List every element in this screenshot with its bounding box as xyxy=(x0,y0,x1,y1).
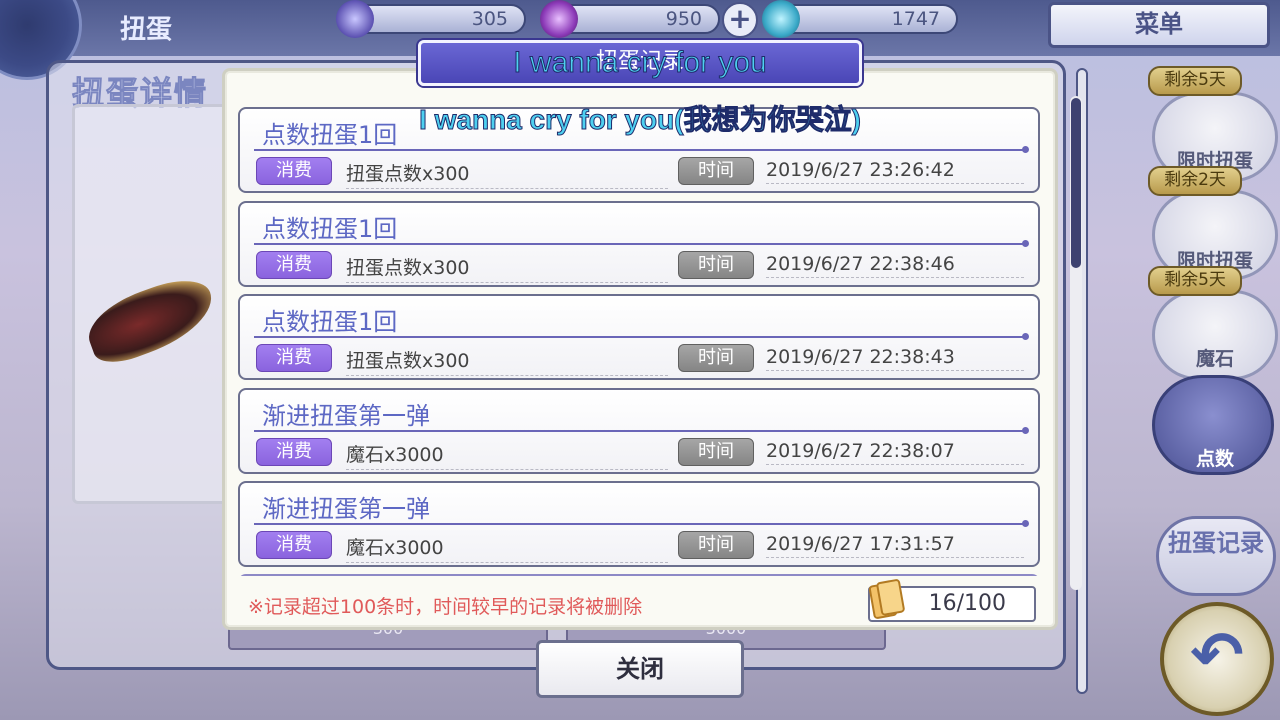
record-list[interactable]: 点数扭蛋1回 消费 扭蛋点数x300 时间 2019/6/27 23:26:42… xyxy=(238,104,1042,576)
record-cost: 扭蛋点数x300 xyxy=(346,346,668,376)
record-time: 2019/6/27 22:38:07 xyxy=(766,440,1024,465)
record-card-partial xyxy=(238,574,1040,576)
record-time: 2019/6/27 22:38:46 xyxy=(766,253,1024,278)
add-magic-stone-button[interactable]: + xyxy=(722,2,758,38)
record-card: 点数扭蛋1回 消费 扭蛋点数x300 时间 2019/6/27 22:38:46 xyxy=(238,201,1040,287)
screen-title: 扭蛋 xyxy=(120,15,173,45)
gacha-point-icon xyxy=(336,0,374,38)
consume-tag: 消费 xyxy=(256,438,332,466)
magic-stone-icon xyxy=(540,0,578,38)
close-button[interactable]: 关闭 xyxy=(536,640,744,698)
gacha-record-button[interactable]: 扭蛋记录 xyxy=(1156,516,1276,596)
record-card: 渐进扭蛋第一弹 消费 魔石x3000 时间 2019/6/27 22:38:07 xyxy=(238,388,1040,474)
record-title: 点数扭蛋1回 xyxy=(262,308,398,336)
divider xyxy=(254,240,1029,247)
consume-tag: 消费 xyxy=(256,344,332,372)
record-cost: 扭蛋点数x300 xyxy=(346,253,668,283)
record-cost: 魔石x3000 xyxy=(346,440,668,470)
record-cost: 扭蛋点数x300 xyxy=(346,159,668,189)
record-card: 渐进扭蛋第一弹 消费 魔石x3000 时间 2019/6/27 17:31:57 xyxy=(238,481,1040,567)
time-tag: 时间 xyxy=(678,251,754,279)
remaining-days-badge: 剩余2天 xyxy=(1148,166,1242,196)
ticket-icon xyxy=(868,579,905,619)
record-time: 2019/6/27 17:31:57 xyxy=(766,533,1024,558)
remaining-days-badge: 剩余5天 xyxy=(1148,66,1242,96)
consume-tag: 消费 xyxy=(256,531,332,559)
time-tag: 时间 xyxy=(678,157,754,185)
record-time: 2019/6/27 23:26:42 xyxy=(766,159,1024,184)
divider xyxy=(254,333,1029,340)
time-tag: 时间 xyxy=(678,438,754,466)
divider xyxy=(254,146,1029,153)
consume-tag: 消费 xyxy=(256,251,332,279)
points-gacha-label: 点数 xyxy=(1195,448,1234,470)
lyric-subtitle-line-1: I wanna cry for you xyxy=(513,46,767,80)
remaining-days-badge: 剩余5天 xyxy=(1148,266,1242,296)
time-tag: 时间 xyxy=(678,531,754,559)
dialog-scrollbar-thumb[interactable] xyxy=(1071,98,1081,268)
time-tag: 时间 xyxy=(678,344,754,372)
record-cost: 魔石x3000 xyxy=(346,533,668,563)
record-time: 2019/6/27 22:38:43 xyxy=(766,346,1024,371)
back-arrow-icon[interactable]: ↶ xyxy=(1160,602,1274,716)
record-title: 点数扭蛋1回 xyxy=(262,215,398,243)
consume-tag: 消费 xyxy=(256,157,332,185)
divider xyxy=(254,427,1029,434)
record-limit-note: ※记录超过100条时，时间较早的记录将被删除 xyxy=(248,596,643,618)
magic-stone-gacha-label: 魔石 xyxy=(1195,348,1234,370)
lyric-subtitle-line-2: I wanna cry for you(我想为你哭泣) xyxy=(419,104,862,136)
menu-button[interactable]: 菜单 xyxy=(1048,2,1270,48)
potion-icon xyxy=(762,0,800,38)
divider xyxy=(254,520,1029,527)
record-title: 渐进扭蛋第一弹 xyxy=(262,495,430,523)
record-title: 渐进扭蛋第一弹 xyxy=(262,402,430,430)
record-card: 点数扭蛋1回 消费 扭蛋点数x300 时间 2019/6/27 22:38:43 xyxy=(238,294,1040,380)
